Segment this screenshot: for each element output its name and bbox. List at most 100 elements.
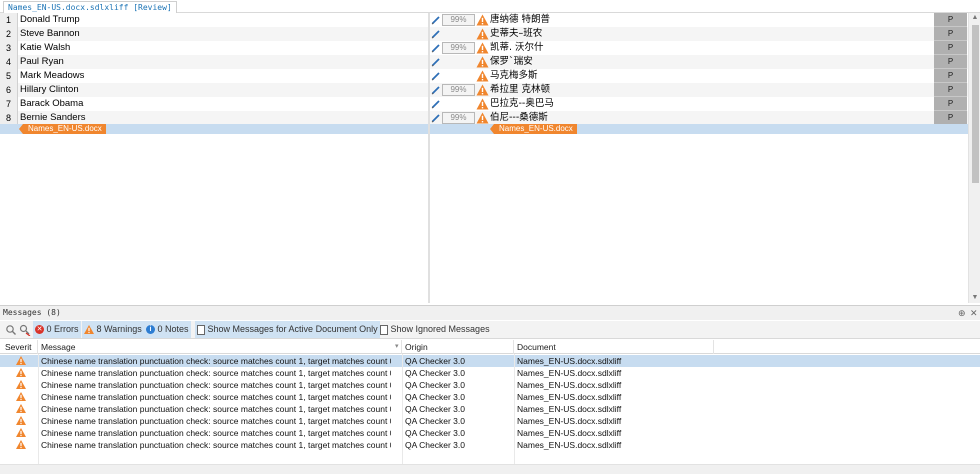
editor-vertical-scrollbar[interactable]: ▲ ▼ <box>968 13 980 303</box>
segment-status[interactable]: P <box>934 83 967 97</box>
target-text[interactable]: 凯蒂. 沃尔什 <box>490 41 544 55</box>
segment-number[interactable]: 2 <box>0 27 18 41</box>
segment-status[interactable]: P <box>934 69 967 83</box>
target-text[interactable]: 巴拉克--奥巴马 <box>490 97 554 111</box>
close-icon[interactable]: ✕ <box>970 307 978 319</box>
segment-row[interactable]: 5 Mark Meadows 马克梅多斯 P <box>0 69 968 83</box>
message-row[interactable]: Chinese name translation punctuation che… <box>0 355 980 367</box>
show-ignored-button[interactable]: Show Ignored Messages <box>380 321 490 338</box>
source-text[interactable]: Donald Trump <box>20 13 80 27</box>
messages-panel: Messages (8) ⊕ ✕ ✕ 0 Errors 8 Warnings i… <box>0 305 980 474</box>
message-document: Names_EN-US.docx.sdlxliff <box>517 440 622 450</box>
warnings-filter-button[interactable]: 8 Warnings <box>82 321 144 338</box>
pencil-icon <box>431 29 441 39</box>
document-tab[interactable]: Names_EN-US.docx.sdlxliff [Review] <box>3 1 177 13</box>
message-row[interactable]: Chinese name translation punctuation che… <box>0 403 980 415</box>
source-text[interactable]: Hillary Clinton <box>20 83 79 97</box>
segment-number[interactable]: 1 <box>0 13 18 27</box>
sort-arrow-icon: ▾ <box>395 343 399 350</box>
message-row[interactable]: Chinese name translation punctuation che… <box>0 391 980 403</box>
column-severity[interactable]: Severit <box>2 340 38 354</box>
clear-filter-icon[interactable] <box>19 321 31 338</box>
message-row[interactable]: Chinese name translation punctuation che… <box>0 427 980 439</box>
message-document: Names_EN-US.docx.sdlxliff <box>517 416 622 426</box>
warning-icon[interactable] <box>476 42 489 54</box>
segment-row[interactable]: 8 Bernie Sanders 99% 伯尼---桑德斯 P <box>0 111 968 125</box>
message-text: Chinese name translation punctuation che… <box>41 356 391 366</box>
message-document: Names_EN-US.docx.sdlxliff <box>517 428 622 438</box>
column-message[interactable]: Message <box>38 340 402 354</box>
match-percent-badge: 99% <box>442 112 475 124</box>
show-active-document-button[interactable]: Show Messages for Active Document Only <box>195 321 380 338</box>
warning-icon[interactable] <box>476 14 489 26</box>
segment-row[interactable]: 2 Steve Bannon 史蒂夫–班农 P <box>0 27 968 41</box>
source-text[interactable]: Katie Walsh <box>20 41 70 55</box>
message-text: Chinese name translation punctuation che… <box>41 428 391 438</box>
message-origin: QA Checker 3.0 <box>405 404 466 414</box>
segment-status[interactable]: P <box>934 41 967 55</box>
warning-icon[interactable] <box>476 112 489 124</box>
target-file-tag: Names_EN-US.docx <box>490 124 577 134</box>
message-origin: QA Checker 3.0 <box>405 380 466 390</box>
segment-status[interactable]: P <box>934 13 967 27</box>
editor-grid: 1 Donald Trump 99% 唐纳德 特朗普 P 2 Steve Bannon 史蒂夫… <box>0 13 980 303</box>
segment-number[interactable]: 7 <box>0 97 18 111</box>
file-tag-row[interactable]: Names_EN-US.docx Names_EN-US.docx <box>0 124 968 134</box>
segment-row[interactable]: 7 Barack Obama 巴拉克--奥巴马 P <box>0 97 968 111</box>
segment-status[interactable]: P <box>934 27 967 41</box>
segment-number[interactable]: 6 <box>0 83 18 97</box>
scroll-up-arrow[interactable]: ▲ <box>969 13 980 23</box>
warning-icon[interactable] <box>476 28 489 40</box>
message-text: Chinese name translation punctuation che… <box>41 440 391 450</box>
scroll-down-arrow[interactable]: ▼ <box>969 293 980 303</box>
warning-icon <box>16 380 28 390</box>
source-text[interactable]: Paul Ryan <box>20 55 64 69</box>
segment-status[interactable]: P <box>934 111 967 125</box>
target-text[interactable]: 唐纳德 特朗普 <box>490 13 550 27</box>
source-file-tag: Names_EN-US.docx <box>19 124 106 134</box>
target-text[interactable]: 马克梅多斯 <box>490 69 538 83</box>
source-text[interactable]: Bernie Sanders <box>20 111 85 125</box>
scroll-thumb[interactable] <box>972 25 979 183</box>
message-row[interactable]: Chinese name translation punctuation che… <box>0 439 980 451</box>
warning-icon[interactable] <box>476 70 489 82</box>
segment-number[interactable]: 5 <box>0 69 18 83</box>
message-row[interactable]: Chinese name translation punctuation che… <box>0 367 980 379</box>
segment-row[interactable]: 3 Katie Walsh 99% 凯蒂. 沃尔什 P <box>0 41 968 55</box>
segment-status[interactable]: P <box>934 55 967 69</box>
message-origin: QA Checker 3.0 <box>405 368 466 378</box>
target-text[interactable]: 保罗`瑞安 <box>490 55 533 69</box>
column-origin[interactable]: Origin <box>402 340 514 354</box>
warning-icon[interactable] <box>476 56 489 68</box>
pencil-icon <box>431 99 441 109</box>
segment-status[interactable]: P <box>934 97 967 111</box>
segment-row[interactable]: 4 Paul Ryan 保罗`瑞安 P <box>0 55 968 69</box>
source-text[interactable]: Barack Obama <box>20 97 83 111</box>
message-text: Chinese name translation punctuation che… <box>41 404 391 414</box>
segment-row[interactable]: 1 Donald Trump 99% 唐纳德 特朗普 P <box>0 13 968 27</box>
source-text[interactable]: Mark Meadows <box>20 69 84 83</box>
segment-row[interactable]: 6 Hillary Clinton 99% 希拉里 克林顿 P <box>0 83 968 97</box>
filter-icon[interactable] <box>5 321 17 338</box>
segment-number[interactable]: 8 <box>0 111 18 125</box>
match-percent-badge: 99% <box>442 84 475 96</box>
message-row[interactable]: Chinese name translation punctuation che… <box>0 415 980 427</box>
column-document[interactable]: Document <box>514 340 714 354</box>
segment-number[interactable]: 4 <box>0 55 18 69</box>
pin-icon[interactable]: ⊕ <box>958 307 966 319</box>
message-origin: QA Checker 3.0 <box>405 392 466 402</box>
target-text[interactable]: 希拉里 克林顿 <box>490 83 550 97</box>
errors-filter-button[interactable]: ✕ 0 Errors <box>33 321 81 338</box>
document-icon <box>197 324 205 335</box>
warning-icon[interactable] <box>476 84 489 96</box>
segment-number[interactable]: 3 <box>0 41 18 55</box>
pencil-icon <box>431 71 441 81</box>
pane-divider[interactable] <box>428 13 430 303</box>
target-text[interactable]: 伯尼---桑德斯 <box>490 111 548 125</box>
message-row[interactable]: Chinese name translation punctuation che… <box>0 379 980 391</box>
notes-filter-button[interactable]: i 0 Notes <box>144 321 191 338</box>
document-tabstrip: Names_EN-US.docx.sdlxliff [Review] <box>0 0 980 13</box>
source-text[interactable]: Steve Bannon <box>20 27 80 41</box>
target-text[interactable]: 史蒂夫–班农 <box>490 27 542 41</box>
warning-icon[interactable] <box>476 98 489 110</box>
